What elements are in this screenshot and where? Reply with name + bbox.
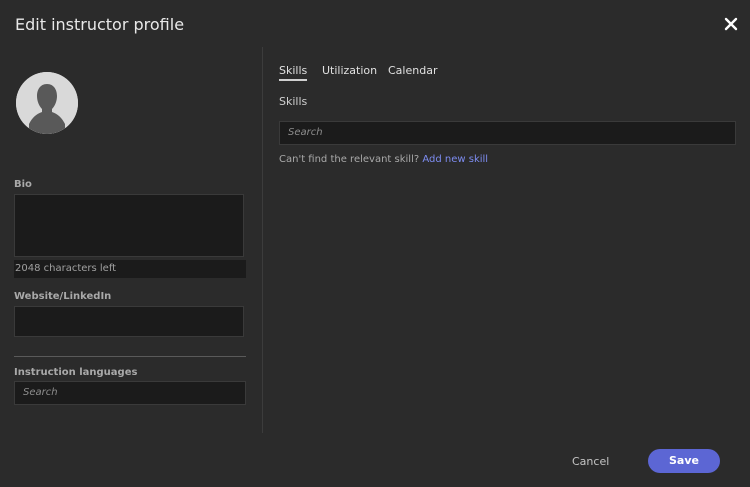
- panel-divider: [262, 47, 263, 433]
- bio-field[interactable]: [14, 194, 244, 257]
- avatar[interactable]: [16, 72, 78, 134]
- tab-calendar[interactable]: Calendar: [388, 64, 437, 77]
- cant-find-label: Can't find the relevant skill?: [279, 154, 420, 165]
- instruction-languages-label: Instruction languages: [14, 367, 138, 378]
- cant-find-skill-text: Can't find the relevant skill? Add new s…: [279, 154, 488, 165]
- dialog-title: Edit instructor profile: [15, 15, 185, 34]
- add-new-skill-link[interactable]: Add new skill: [422, 154, 488, 165]
- bio-label: Bio: [14, 179, 32, 190]
- save-button[interactable]: Save: [648, 449, 720, 473]
- skills-heading: Skills: [279, 95, 308, 108]
- website-label: Website/LinkedIn: [14, 291, 112, 302]
- close-icon[interactable]: [724, 17, 738, 31]
- skills-search-input[interactable]: Search: [279, 121, 736, 145]
- website-field[interactable]: [14, 306, 244, 337]
- cancel-button[interactable]: Cancel: [572, 455, 609, 468]
- tab-skills[interactable]: Skills: [279, 64, 308, 81]
- bio-character-counter: 2048 characters left: [14, 260, 246, 278]
- user-silhouette-icon: [16, 72, 78, 134]
- tab-utilization[interactable]: Utilization: [322, 64, 377, 77]
- instruction-languages-search[interactable]: Search: [14, 381, 246, 405]
- section-divider: [14, 356, 246, 357]
